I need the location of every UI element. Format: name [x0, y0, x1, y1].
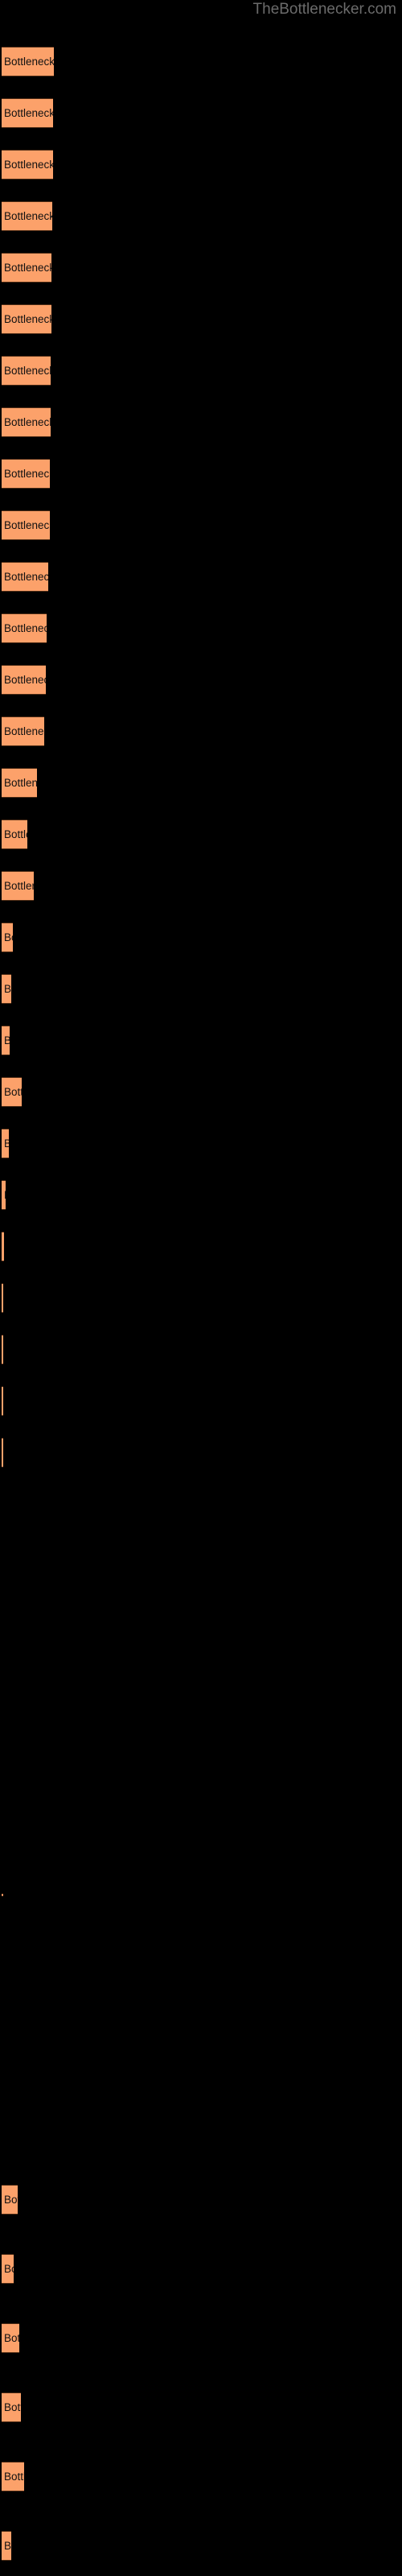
bar-label: Bottleneck result — [4, 55, 54, 68]
bar[interactable]: Bottleneck result — [2, 1180, 6, 1210]
bar-label: Bottleneck result — [2, 1396, 3, 1407]
bar[interactable]: Bottleneck result — [2, 1283, 3, 1313]
bar[interactable]: Bottleneck result — [2, 768, 37, 798]
bar[interactable]: Bottleneck result — [2, 923, 13, 952]
bar[interactable]: Bottleneck result — [2, 1129, 9, 1158]
bar[interactable]: Bottleneck result — [2, 819, 27, 849]
bar-label: Bottleneck result — [4, 2262, 14, 2275]
bar-label: Bottleneck result — [4, 209, 52, 222]
bar[interactable]: Bottleneck result — [2, 974, 11, 1004]
bar[interactable]: Bottleneck result — [2, 253, 51, 283]
bar-label: Bottleneck result — [4, 724, 44, 737]
bar-label: Bottleneck result — [4, 467, 50, 480]
bar[interactable]: Bottleneck result — [2, 47, 54, 76]
bar[interactable]: Bottleneck result — [2, 98, 53, 128]
bar-label: Bottleneck result — [2, 1190, 6, 1201]
bar-label: Bottleneck result — [2, 1894, 3, 1896]
bar-label: Bottleneck result — [4, 776, 37, 789]
bar[interactable]: Bottleneck result — [2, 1077, 22, 1107]
bar-label: Bottleneck result — [2, 1241, 4, 1253]
bar[interactable]: Bottleneck result — [2, 2185, 18, 2215]
bar-label: Bottleneck result — [4, 364, 51, 377]
bar-label: Bottleneck result — [4, 312, 51, 325]
bar-label: Bottleneck result — [2, 1344, 3, 1356]
bar[interactable]: Bottleneck result — [2, 407, 51, 437]
bar-label: Bottleneck result — [4, 518, 50, 531]
bar[interactable]: Bottleneck result — [2, 562, 48, 592]
bar-label: Bottleneck result — [4, 673, 46, 686]
bar[interactable]: Bottleneck result — [2, 1386, 3, 1416]
bar[interactable]: Bottleneck result — [2, 150, 53, 180]
bar[interactable]: Bottleneck result — [2, 1232, 4, 1261]
bottleneck-bar-chart: TheBottlenecker.com Bottleneck resultBot… — [0, 0, 402, 2576]
bar-label: Bottleneck result — [4, 2401, 21, 2413]
bar[interactable]: Bottleneck result — [2, 1893, 3, 1897]
bar[interactable]: Bottleneck result — [2, 1335, 3, 1364]
bar[interactable]: Bottleneck result — [2, 665, 46, 695]
bar[interactable]: Bottleneck result — [2, 2392, 21, 2422]
bar-label: Bottleneck result — [4, 931, 13, 943]
bar-label: Bottleneck result — [4, 879, 34, 892]
bar-label: Bottleneck result — [4, 2470, 24, 2483]
bar-label: Bottleneck result — [4, 261, 51, 274]
bar[interactable]: Bottleneck result — [2, 1438, 3, 1468]
bar-label: Bottleneck result — [2, 1293, 3, 1304]
bar[interactable]: Bottleneck result — [2, 1026, 10, 1055]
bar-label: Bottleneck result — [4, 621, 47, 634]
bar[interactable]: Bottleneck result — [2, 510, 50, 540]
bar[interactable]: Bottleneck result — [2, 459, 50, 489]
bar-label: Bottleneck result — [4, 2193, 18, 2206]
bar[interactable]: Bottleneck result — [2, 871, 34, 901]
bar-label: Bottleneck result — [4, 828, 27, 840]
bar-label: Bottleneck result — [4, 2331, 19, 2344]
bar-label: Bottleneck result — [4, 982, 11, 995]
bar[interactable]: Bottleneck result — [2, 201, 52, 231]
bar[interactable]: Bottleneck result — [2, 2531, 11, 2561]
bar-label: Bottleneck result — [2, 1447, 3, 1459]
bar[interactable]: Bottleneck result — [2, 304, 51, 334]
bar-label: Bottleneck result — [4, 1085, 22, 1098]
bar-label: Bottleneck result — [2, 1035, 10, 1046]
bar[interactable]: Bottleneck result — [2, 716, 44, 746]
bar-label: Bottleneck result — [4, 158, 53, 171]
bar-label: Bottleneck result — [4, 106, 53, 119]
bar[interactable]: Bottleneck result — [2, 613, 47, 643]
bar-label: Bottleneck result — [4, 570, 48, 583]
bars-layer: Bottleneck result Bottleneck result Bottle… — [0, 0, 402, 2576]
bar-label: Bottleneck result — [4, 2539, 11, 2552]
bar[interactable]: Bottleneck result — [2, 2323, 19, 2353]
bar[interactable]: Bottleneck result — [2, 2254, 14, 2284]
bar-label: Bottleneck result — [2, 1138, 9, 1150]
bar[interactable]: Bottleneck result — [2, 356, 51, 386]
bar[interactable]: Bottleneck result — [2, 2462, 24, 2491]
bar-label: Bottleneck result — [4, 415, 51, 428]
